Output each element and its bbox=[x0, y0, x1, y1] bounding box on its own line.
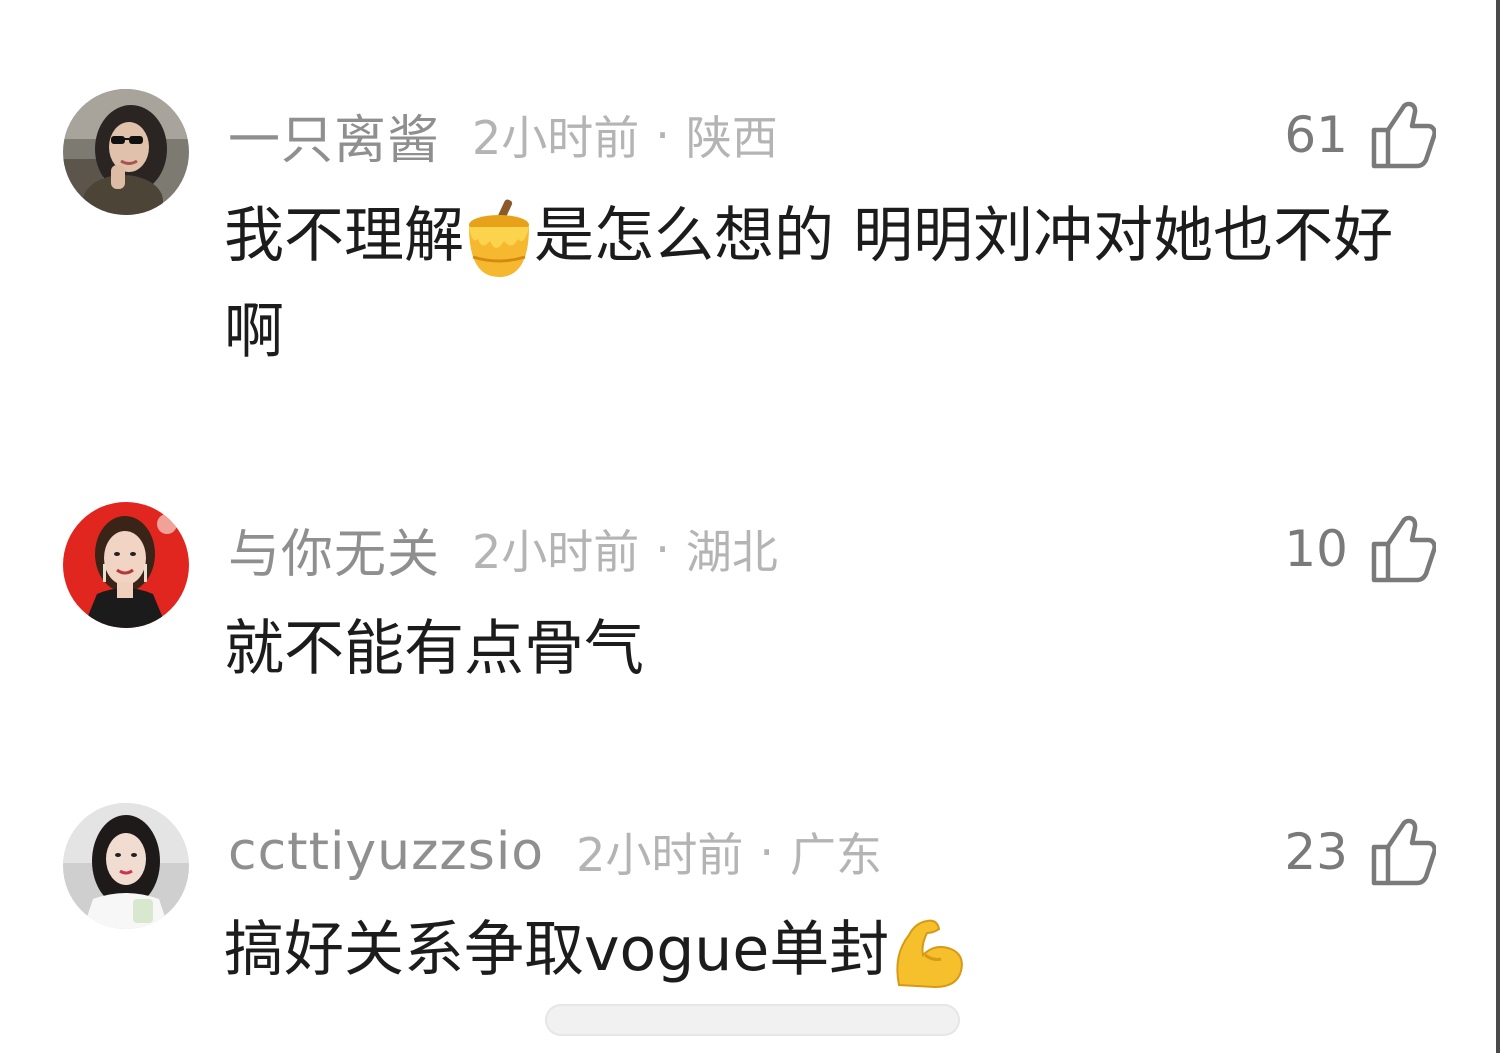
comment-header: ccttiyuzzsio 2小时前 · 广东 bbox=[228, 815, 882, 889]
comment-text: 我不理解 是怎么想的 明明刘冲对她也不好啊 bbox=[224, 188, 1424, 380]
comment-text-part: 我不理解 bbox=[224, 201, 464, 271]
comment-list: 一只离酱 2小时前 · 陕西 61 我不理解 是怎么想的 明明刘冲对她也不好啊 … bbox=[0, 0, 1500, 1053]
like-count: 10 bbox=[1284, 520, 1348, 578]
comment-text: 就不能有点骨气 bbox=[224, 601, 1424, 697]
bottom-input-bar[interactable] bbox=[545, 1004, 960, 1036]
timestamp: 2小时前 bbox=[472, 111, 640, 165]
honey-pot-emoji bbox=[464, 199, 534, 279]
flexed-biceps-emoji bbox=[889, 915, 967, 991]
location: 湖北 bbox=[685, 525, 778, 579]
username[interactable]: ccttiyuzzsio bbox=[228, 822, 544, 882]
username[interactable]: 一只离酱 bbox=[228, 98, 440, 173]
comment-header: 与你无关 2小时前 · 湖北 bbox=[228, 512, 778, 586]
location: 陕西 bbox=[685, 111, 778, 165]
avatar[interactable] bbox=[63, 803, 189, 929]
like-button[interactable]: 10 bbox=[1284, 512, 1436, 586]
avatar[interactable] bbox=[63, 89, 189, 215]
meta-separator: · bbox=[655, 522, 670, 576]
thumbs-up-icon[interactable] bbox=[1370, 514, 1436, 584]
username[interactable]: 与你无关 bbox=[228, 512, 440, 587]
comment-text-part: 就不能有点骨气 bbox=[224, 614, 644, 684]
comment-text: 搞好关系争取vogue单封 bbox=[224, 902, 1424, 998]
meta-separator: · bbox=[759, 825, 774, 879]
comment-header: 一只离酱 2小时前 · 陕西 bbox=[228, 98, 778, 172]
window-edge bbox=[1496, 0, 1500, 1053]
like-count: 23 bbox=[1284, 823, 1348, 881]
like-button[interactable]: 61 bbox=[1284, 98, 1436, 172]
comment-meta: 2小时前 · 湖北 bbox=[472, 516, 778, 582]
like-count: 61 bbox=[1284, 106, 1348, 164]
location: 广东 bbox=[789, 828, 882, 882]
thumbs-up-icon[interactable] bbox=[1370, 100, 1436, 170]
comment-meta: 2小时前 · 广东 bbox=[576, 819, 882, 885]
meta-separator: · bbox=[655, 108, 670, 162]
timestamp: 2小时前 bbox=[472, 525, 640, 579]
comment-meta: 2小时前 · 陕西 bbox=[472, 102, 778, 168]
timestamp: 2小时前 bbox=[576, 828, 744, 882]
like-button[interactable]: 23 bbox=[1284, 815, 1436, 889]
comment-text-part: 搞好关系争取vogue单封 bbox=[224, 915, 890, 985]
avatar[interactable] bbox=[63, 502, 189, 628]
thumbs-up-icon[interactable] bbox=[1370, 817, 1436, 887]
